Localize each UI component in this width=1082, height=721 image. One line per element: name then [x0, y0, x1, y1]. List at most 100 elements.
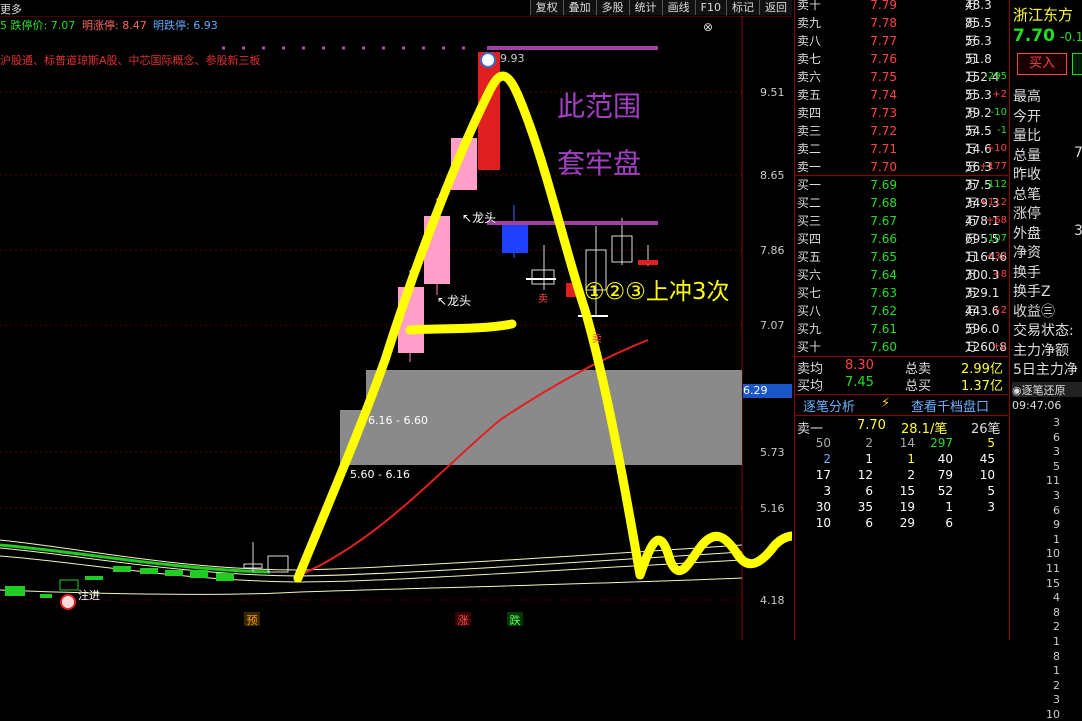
replay-tick-number: 10	[1046, 547, 1060, 561]
order-level-label: 买九	[797, 322, 822, 336]
buy-button[interactable]: 买入	[1017, 53, 1067, 75]
order-volume-unit: 万	[965, 106, 978, 120]
chart-toolbar: 复权 叠加 多股 统计 画线 F10 标记 返回	[529, 0, 792, 15]
order-change: +112	[979, 197, 1007, 208]
toolbar-multi[interactable]: 多股	[595, 0, 629, 15]
toolbar-back[interactable]: 返回	[759, 0, 792, 15]
price-tick: 8.65	[760, 169, 785, 182]
order-price: 7.69	[870, 178, 897, 192]
order-price: 7.78	[870, 16, 897, 30]
current-price-tag: 6.29	[743, 384, 792, 398]
order-volume-unit: 万	[965, 268, 978, 282]
order-price: 7.65	[870, 250, 897, 264]
order-price: 7.61	[870, 322, 897, 336]
ask-row[interactable]: 卖四 7.73 39.2 万 -10	[795, 104, 1009, 122]
tick-grid-cell: 15	[899, 484, 915, 498]
order-change: -1	[997, 125, 1007, 136]
tick-replay[interactable]: ◉逐笔还原	[1012, 382, 1082, 397]
close-icon[interactable]: ⊗	[703, 20, 713, 34]
ask-row[interactable]: 卖九 7.78 85.5 万	[795, 14, 1009, 32]
toolbar-mark[interactable]: 标记	[726, 0, 759, 15]
quote-label: 收益㊂	[1013, 303, 1055, 320]
ask-row[interactable]: 卖五 7.74 55.3 万 +2	[795, 86, 1009, 104]
order-price: 7.79	[870, 0, 897, 12]
order-price: 7.74	[870, 88, 897, 102]
price-tick: 7.86	[760, 244, 785, 257]
replay-tick-number: 11	[1046, 562, 1060, 575]
bid-row[interactable]: 买八 7.62 443.6 万 +2	[795, 302, 1009, 320]
bid-row[interactable]: 买七 7.63 329.1 万	[795, 284, 1009, 302]
bid-row[interactable]: 买九 7.61 596.0 万	[795, 320, 1009, 338]
order-price: 7.75	[870, 70, 897, 84]
bid-row[interactable]: 买三 7.67 478.1 万 +68	[795, 212, 1009, 230]
replay-tick-number: 6	[1053, 430, 1060, 444]
ask-row[interactable]: 卖二 7.71 14.6 万 +10	[795, 140, 1009, 158]
stock-price: 7.70	[1013, 26, 1055, 46]
toolbar-draw[interactable]: 画线	[661, 0, 695, 15]
ask-row[interactable]: 卖十 7.79 48.3 万	[795, 0, 1009, 14]
quote-label: 总笔	[1013, 186, 1041, 203]
order-change: +8	[992, 269, 1007, 280]
order-level-label: 卖五	[797, 88, 822, 102]
tab-tick-analysis[interactable]: 逐笔分析	[803, 396, 855, 415]
ask-row[interactable]: 卖三 7.72 54.5 万 -1	[795, 122, 1009, 140]
order-volume-unit: 万	[965, 250, 978, 264]
order-price: 7.68	[870, 196, 897, 210]
bid-row[interactable]: 买六 7.64 300.3 万 +8	[795, 266, 1009, 284]
order-change: +2	[992, 89, 1007, 100]
price-tick: 9.51	[760, 86, 785, 99]
entry-label: 注进	[78, 589, 100, 602]
bid-row[interactable]: 买五 7.65 1164.6 万 +32	[795, 248, 1009, 266]
replay-tick-number: 3	[1053, 416, 1060, 429]
bid-row[interactable]: 买二 7.68 349.3 万 +112	[795, 194, 1009, 212]
zone-box-upper	[366, 370, 742, 410]
bid-row[interactable]: 买四 7.66 695.5 万 -107	[795, 230, 1009, 248]
range-text-1: 此范围	[557, 90, 642, 123]
ask-row[interactable]: 卖一 7.70 56.3 万 +177	[795, 158, 1009, 176]
ask-row[interactable]: 卖八 7.77 56.3 万	[795, 32, 1009, 50]
tab-view-depth[interactable]: 查看千档盘口	[911, 396, 989, 415]
order-price: 7.67	[870, 214, 897, 228]
tick-grid-cell: 6	[945, 516, 953, 530]
order-change: +2	[992, 341, 1007, 352]
order-change: -107	[984, 233, 1007, 244]
sell-button[interactable]	[1072, 53, 1082, 75]
ask1-count: 26笔	[971, 422, 1001, 437]
toolbar-stats[interactable]: 统计	[628, 0, 662, 15]
order-price: 7.72	[870, 124, 897, 138]
peak-marker-icon	[480, 52, 496, 68]
kline-chart[interactable]	[0, 0, 792, 640]
dragon-label-1: ↖龙头	[462, 211, 497, 225]
bid-row[interactable]: 买一 7.69 37.5 万 -112	[795, 176, 1009, 194]
order-volume-unit: 万	[965, 160, 978, 174]
ask-avg: 8.30	[845, 358, 874, 373]
bid-row[interactable]: 买十 7.60 1260.8 万 +2	[795, 338, 1009, 356]
tick-grid-cell: 19	[899, 500, 915, 514]
tick-grid-cell: 6	[865, 484, 873, 498]
marker-die[interactable]: 跌	[507, 612, 523, 627]
toolbar-fuquan[interactable]: 复权	[529, 0, 563, 15]
tick-grid-cell: 50	[815, 436, 831, 450]
marker-yu[interactable]: 预	[244, 612, 260, 627]
order-level-label: 卖九	[797, 16, 822, 30]
more-link[interactable]: 更多	[0, 1, 22, 17]
order-change: -112	[984, 179, 1007, 190]
ask-row[interactable]: 卖六 7.75 152.4 万 -295	[795, 68, 1009, 86]
dragon-label-2: ↖龙头	[437, 294, 472, 308]
order-price: 7.70	[870, 160, 897, 174]
toolbar-f10[interactable]: F10	[694, 0, 726, 15]
order-volume-unit: 万	[965, 88, 978, 102]
toolbar-overlay[interactable]: 叠加	[562, 0, 596, 15]
replay-tick-number: 2	[1053, 620, 1060, 634]
marker-zhang[interactable]: 涨	[455, 612, 471, 627]
peak-price-label: 9.93	[500, 52, 525, 65]
concept-tags[interactable]: 沪股通、标普道琼斯A股、中芯国际概念、参股新三板	[0, 52, 261, 68]
order-level-label: 卖一	[797, 160, 822, 174]
tick-grid-cell: 17	[815, 468, 831, 482]
stock-change: -0.1	[1060, 30, 1082, 44]
bid-avg: 7.45	[845, 375, 874, 390]
ask-row[interactable]: 卖七 7.76 51.8 万	[795, 50, 1009, 68]
tick-grid-cell: 297	[930, 436, 953, 450]
order-level-label: 卖七	[797, 52, 822, 66]
order-level-label: 卖十	[797, 0, 822, 12]
